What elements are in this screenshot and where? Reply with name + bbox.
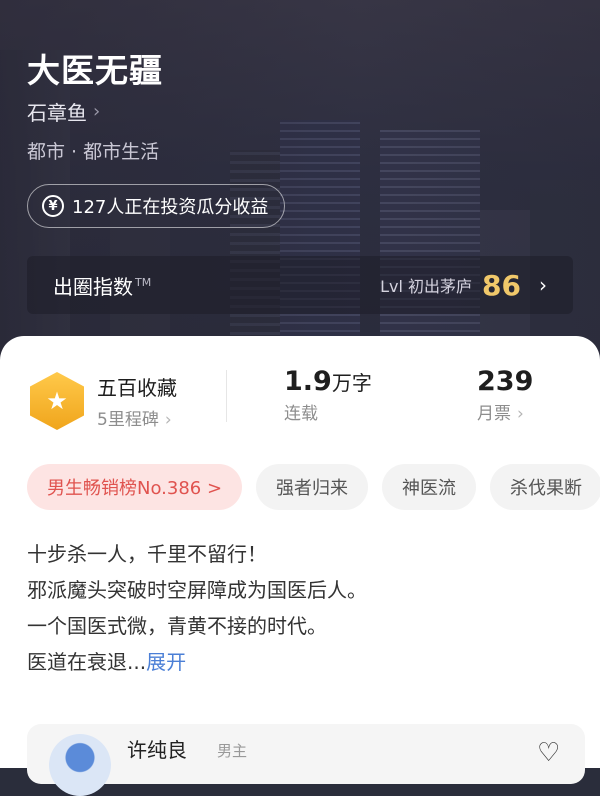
tag-chip[interactable]: 强者归来 bbox=[256, 464, 369, 510]
rank-tag[interactable]: 男生畅销榜No.386 > bbox=[27, 464, 243, 510]
chevron-right-icon: › bbox=[93, 101, 101, 122]
synopsis-last-line: 医道在衰退...展开 bbox=[27, 644, 573, 680]
divider bbox=[226, 370, 227, 422]
synopsis-line: 十步杀一人，千里不留行！ bbox=[27, 542, 267, 566]
invest-button[interactable]: ¥ 127人正在投资瓜分收益 bbox=[27, 184, 286, 228]
collection-title: 五百收藏 bbox=[97, 376, 177, 400]
tag-list: 男生畅销榜No.386 > 强者归来 神医流 杀伐果断 bbox=[27, 464, 600, 510]
popularity-index-bar[interactable]: 出圈指数 TM Lvl 初出茅庐 86 › bbox=[27, 256, 573, 314]
invest-text: 127人正在投资瓜分收益 bbox=[72, 197, 269, 218]
milestone-sub: 5里程碑 › bbox=[97, 405, 177, 430]
chevron-right-icon: › bbox=[539, 273, 547, 297]
synopsis-line: 邪派魔头突破时空屏障成为国医后人。 bbox=[27, 578, 367, 602]
character-card[interactable]: 许纯良 男主 ♡ bbox=[27, 724, 585, 796]
character-role: 男主 bbox=[217, 742, 248, 760]
yen-icon: ¥ bbox=[42, 195, 64, 217]
expand-link[interactable]: 展开 bbox=[146, 650, 186, 674]
word-count-number: 1.9 bbox=[284, 366, 332, 397]
tag-chip[interactable]: 神医流 bbox=[382, 464, 477, 510]
avatar bbox=[49, 734, 111, 796]
chevron-right-icon: › bbox=[164, 410, 172, 430]
star-badge-icon: ★ bbox=[30, 372, 84, 430]
hero-banner: 大医无疆 石章鱼 › 都市 · 都市生活 ¥ 127人正在投资瓜分收益 出圈指数… bbox=[0, 0, 600, 380]
stats-row: ★ 五百收藏 5里程碑 › 1.9万字 连载 239 月票 › bbox=[0, 366, 600, 446]
index-label: 出圈指数 TM bbox=[53, 271, 151, 300]
book-detail-sheet: ★ 五百收藏 5里程碑 › 1.9万字 连载 239 月票 › 男生畅销榜No.38… bbox=[0, 336, 600, 796]
word-count-unit: 万字 bbox=[331, 371, 372, 395]
synopsis-line: 一个国医式微，青黄不接的时代。 bbox=[27, 614, 327, 638]
ticket-label-text: 月票 bbox=[477, 404, 511, 424]
synopsis: 十步杀一人，千里不留行！ 邪派魔头突破时空屏障成为国医后人。 一个国医式微，青黄… bbox=[27, 536, 573, 680]
monthly-ticket-stat[interactable]: 239 月票 › bbox=[477, 366, 533, 424]
character-name: 许纯良 bbox=[127, 738, 187, 762]
genre-label: 都市 · 都市生活 bbox=[27, 141, 160, 163]
author-link[interactable]: 石章鱼 › bbox=[27, 97, 100, 126]
synopsis-line: 医道在衰退... bbox=[27, 650, 147, 674]
index-label-text: 出圈指数 bbox=[53, 274, 133, 299]
index-score: 86 bbox=[482, 268, 521, 302]
author-name: 石章鱼 bbox=[27, 101, 87, 125]
word-count-stat: 1.9万字 连载 bbox=[284, 366, 372, 424]
tag-chip[interactable]: 杀伐果断 bbox=[490, 464, 600, 510]
trademark-mark: TM bbox=[135, 275, 152, 289]
serial-status: 连载 bbox=[284, 404, 318, 424]
collection-milestone[interactable]: 五百收藏 5里程碑 › bbox=[97, 372, 177, 430]
chevron-right-icon: › bbox=[517, 404, 524, 424]
book-title: 大医无疆 bbox=[27, 51, 163, 90]
index-level: Lvl 初出茅庐 bbox=[380, 277, 473, 296]
milestone-text: 5里程碑 bbox=[97, 410, 159, 430]
heart-icon[interactable]: ♡ bbox=[537, 738, 560, 768]
ticket-count: 239 bbox=[477, 366, 534, 397]
ticket-label: 月票 › bbox=[477, 399, 533, 424]
